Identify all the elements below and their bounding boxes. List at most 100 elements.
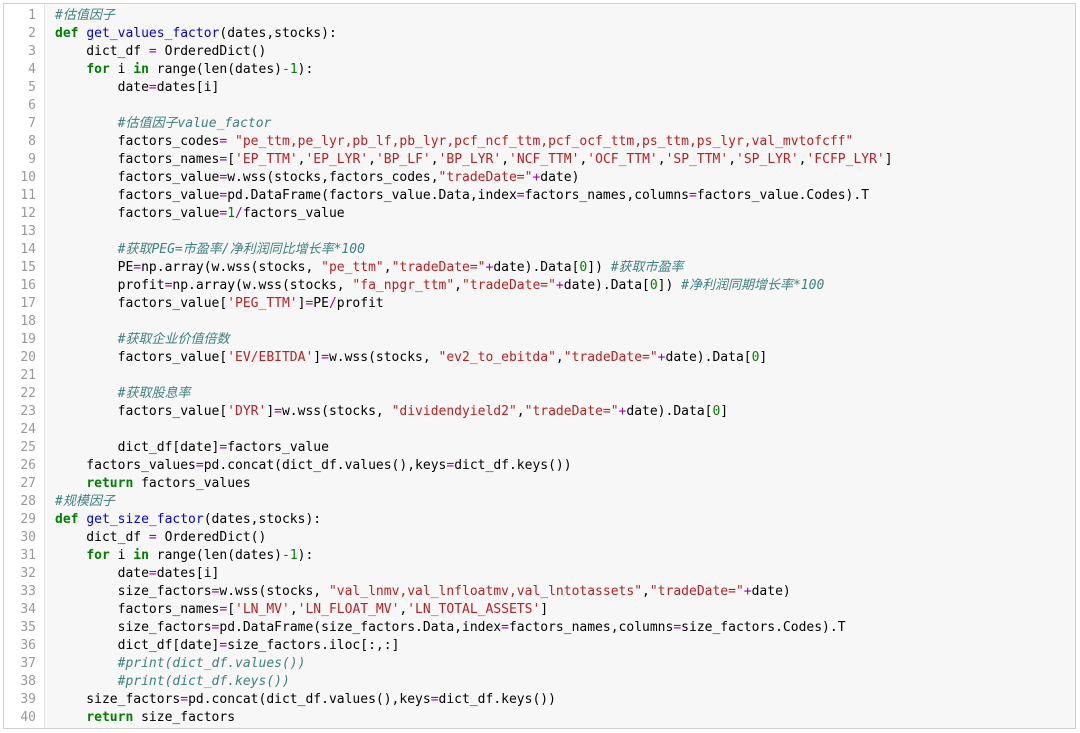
code-token: i [110, 548, 133, 563]
code-token: dict_df.keys()) [454, 458, 571, 473]
code-line: size_factors=w.wss(stocks, "val_lnmv,val… [55, 583, 1075, 601]
code-token: = [196, 458, 204, 473]
code-token: in [133, 62, 149, 77]
code-token: (dates,stocks): [204, 512, 321, 527]
line-number: 24 [4, 421, 44, 439]
code-token: , [431, 152, 439, 167]
line-number: 27 [4, 475, 44, 493]
code-line: size_factors=pd.concat(dict_df.values(),… [55, 691, 1075, 709]
line-number: 36 [4, 637, 44, 655]
code-token: 1 [290, 62, 298, 77]
code-token: #估值因子value_factor [118, 116, 272, 131]
code-token: dates[i] [157, 80, 220, 95]
code-token: factors_value [55, 170, 219, 185]
code-token: profit [337, 296, 384, 311]
code-token: w.wss(stocks, [329, 350, 439, 365]
line-number: 5 [4, 79, 44, 97]
code-token: date).Data[ [626, 404, 712, 419]
code-token: , [501, 152, 509, 167]
code-token [55, 116, 118, 131]
code-token: 'BP_LF' [376, 152, 431, 167]
code-token: get_size_factor [86, 512, 203, 527]
code-token: date).Data[ [564, 278, 650, 293]
code-token [55, 710, 86, 725]
line-number: 37 [4, 655, 44, 673]
code-token: ]) [658, 278, 681, 293]
code-token: dates[i] [157, 566, 220, 581]
code-token: = [180, 692, 188, 707]
code-token: ] [720, 404, 728, 419]
code-token: / [235, 206, 243, 221]
code-token: factors_values [55, 458, 196, 473]
code-token: range(len(dates) [149, 548, 282, 563]
code-token: 'EV/EBITDA' [227, 350, 313, 365]
code-token: "tradeDate=" [650, 584, 744, 599]
code-line [55, 313, 1075, 331]
code-token: , [290, 602, 298, 617]
code-token: + [658, 350, 666, 365]
code-token: pd.DataFrame(size_factors.Data,index [219, 620, 501, 635]
code-line [55, 97, 1075, 115]
code-token: = [149, 530, 157, 545]
code-line: #估值因子value_factor [55, 115, 1075, 133]
code-line: #规模因子 [55, 493, 1075, 511]
code-token: dict_df [55, 44, 149, 59]
line-number: 29 [4, 511, 44, 529]
code-line: dict_df = OrderedDict() [55, 43, 1075, 61]
code-token: "pe_ttm" [321, 260, 384, 275]
code-token: = [446, 458, 454, 473]
code-token: factors_value.Codes).T [697, 188, 869, 203]
code-line: dict_df[date]=factors_value [55, 439, 1075, 457]
code-token: 1 [290, 548, 298, 563]
code-token [55, 242, 118, 257]
code-token: pd.concat(dict_df.values(),keys [204, 458, 447, 473]
code-token: #获取PEG=市盈率/净利润同比增长率*100 [118, 242, 365, 257]
code-token: ] [313, 350, 321, 365]
code-line: #获取企业价值倍数 [55, 331, 1075, 349]
code-token: = [689, 188, 697, 203]
code-token: 'BP_LYR' [439, 152, 502, 167]
code-line: #print(dict_df.values()) [55, 655, 1075, 673]
code-token: factors_values [133, 476, 250, 491]
code-token: 'SP_LYR' [736, 152, 799, 167]
code-token [55, 332, 118, 347]
code-token: return [86, 710, 133, 725]
code-token: w.wss(stocks, [219, 584, 329, 599]
line-number-gutter: 1234567891011121314151617181920212223242… [4, 4, 45, 728]
code-token: 'PEG_TTM' [227, 296, 297, 311]
code-token [55, 548, 86, 563]
code-line: factors_value['EV/EBITDA']=w.wss(stocks,… [55, 349, 1075, 367]
code-token: = [501, 620, 509, 635]
code-line: factors_codes= "pe_ttm,pe_lyr,pb_lf,pb_l… [55, 133, 1075, 151]
code-token: ): [298, 62, 314, 77]
code-token [55, 62, 86, 77]
code-token: 'EP_LYR' [305, 152, 368, 167]
code-token: for [86, 62, 109, 77]
code-token: 1 [227, 206, 235, 221]
code-token: factors_names [55, 152, 219, 167]
line-number: 3 [4, 43, 44, 61]
code-token: factors_value [55, 206, 219, 221]
code-token: , [658, 152, 666, 167]
code-line: def get_values_factor(dates,stocks): [55, 25, 1075, 43]
code-token: def [55, 26, 86, 41]
code-token: "tradeDate=" [462, 278, 556, 293]
code-line: #print(dict_df.keys()) [55, 673, 1075, 691]
code-line: #获取PEG=市盈率/净利润同比增长率*100 [55, 241, 1075, 259]
code-token: [ [227, 602, 235, 617]
code-token: "ev2_to_ebitda" [439, 350, 556, 365]
code-line: dict_df[date]=size_factors.iloc[:,:] [55, 637, 1075, 655]
code-token: dict_df [55, 530, 149, 545]
line-number: 31 [4, 547, 44, 565]
code-token [55, 656, 118, 671]
code-token: = [133, 260, 141, 275]
line-number: 1 [4, 7, 44, 25]
code-token: ] [540, 602, 548, 617]
code-token [227, 134, 235, 149]
code-token: np.array(w.wss(stocks, [172, 278, 352, 293]
code-token: "tradeDate=" [525, 404, 619, 419]
code-token: date).Data[ [666, 350, 752, 365]
code-token: OrderedDict() [157, 44, 267, 59]
code-content[interactable]: #估值因子def get_values_factor(dates,stocks)… [45, 4, 1075, 728]
code-token: "tradeDate=" [439, 170, 533, 185]
